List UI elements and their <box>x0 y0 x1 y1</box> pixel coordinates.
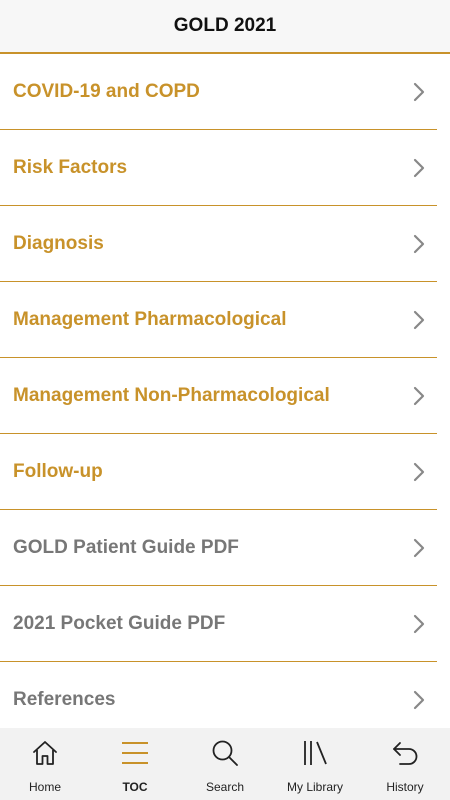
toc-item-label: References <box>13 689 116 710</box>
toc-item-risk-factors[interactable]: Risk Factors <box>0 130 450 206</box>
bottom-tab-bar: Home TOC Search My Library History <box>0 728 450 800</box>
tab-history[interactable]: History <box>360 728 450 800</box>
tab-my-library-label: My Library <box>286 780 343 794</box>
toc-item-references[interactable]: References <box>0 662 450 728</box>
toc-item-label: Follow-up <box>13 461 103 482</box>
chevron-right-icon <box>413 690 425 710</box>
tab-toc[interactable]: TOC <box>90 728 180 800</box>
toc-item-label: Diagnosis <box>13 233 104 254</box>
chevron-right-icon <box>413 158 425 178</box>
library-icon <box>304 741 327 765</box>
chevron-right-icon <box>413 310 425 330</box>
chevron-right-icon <box>413 82 425 102</box>
tab-my-library[interactable]: My Library <box>270 728 360 800</box>
home-icon <box>33 741 57 765</box>
tab-home[interactable]: Home <box>0 728 90 800</box>
tab-toc-label: TOC <box>122 780 148 794</box>
toc-list: COVID-19 and COPD Risk Factors Diagnosis… <box>0 54 450 728</box>
toc-item-label: Management Pharmacological <box>13 309 287 330</box>
undo-arrow-icon <box>393 742 418 765</box>
toc-item-covid-19-and-copd[interactable]: COVID-19 and COPD <box>0 54 450 130</box>
toc-item-label: Risk Factors <box>13 157 128 178</box>
toc-item-follow-up[interactable]: Follow-up <box>0 434 450 510</box>
app-screen: GOLD 2021 COVID-19 and COPD Risk Factors… <box>0 0 450 800</box>
tab-search-label: Search <box>205 780 245 794</box>
tab-search[interactable]: Search <box>180 728 270 800</box>
toc-item-pocket-guide-pdf[interactable]: 2021 Pocket Guide PDF <box>0 586 450 662</box>
page-title: GOLD 2021 <box>173 15 277 36</box>
toc-item-management-pharmacological[interactable]: Management Pharmacological <box>0 282 450 358</box>
chevron-right-icon <box>413 462 425 482</box>
search-icon <box>212 740 238 766</box>
toc-item-management-non-pharmacological[interactable]: Management Non-Pharmacological <box>0 358 450 434</box>
toc-item-gold-patient-guide-pdf[interactable]: GOLD Patient Guide PDF <box>0 510 450 586</box>
chevron-right-icon <box>413 386 425 406</box>
toc-item-label: Management Non-Pharmacological <box>13 385 330 406</box>
chevron-right-icon <box>413 234 425 254</box>
tab-home-label: Home <box>28 780 61 794</box>
toc-item-label: COVID-19 and COPD <box>13 81 200 102</box>
toc-item-label: GOLD Patient Guide PDF <box>13 537 239 558</box>
header-bar: GOLD 2021 <box>0 0 450 54</box>
chevron-right-icon <box>413 614 425 634</box>
tab-history-label: History <box>386 780 424 794</box>
toc-item-label: 2021 Pocket Guide PDF <box>13 613 226 634</box>
chevron-right-icon <box>413 538 425 558</box>
toc-item-diagnosis[interactable]: Diagnosis <box>0 206 450 282</box>
menu-icon <box>122 742 148 764</box>
